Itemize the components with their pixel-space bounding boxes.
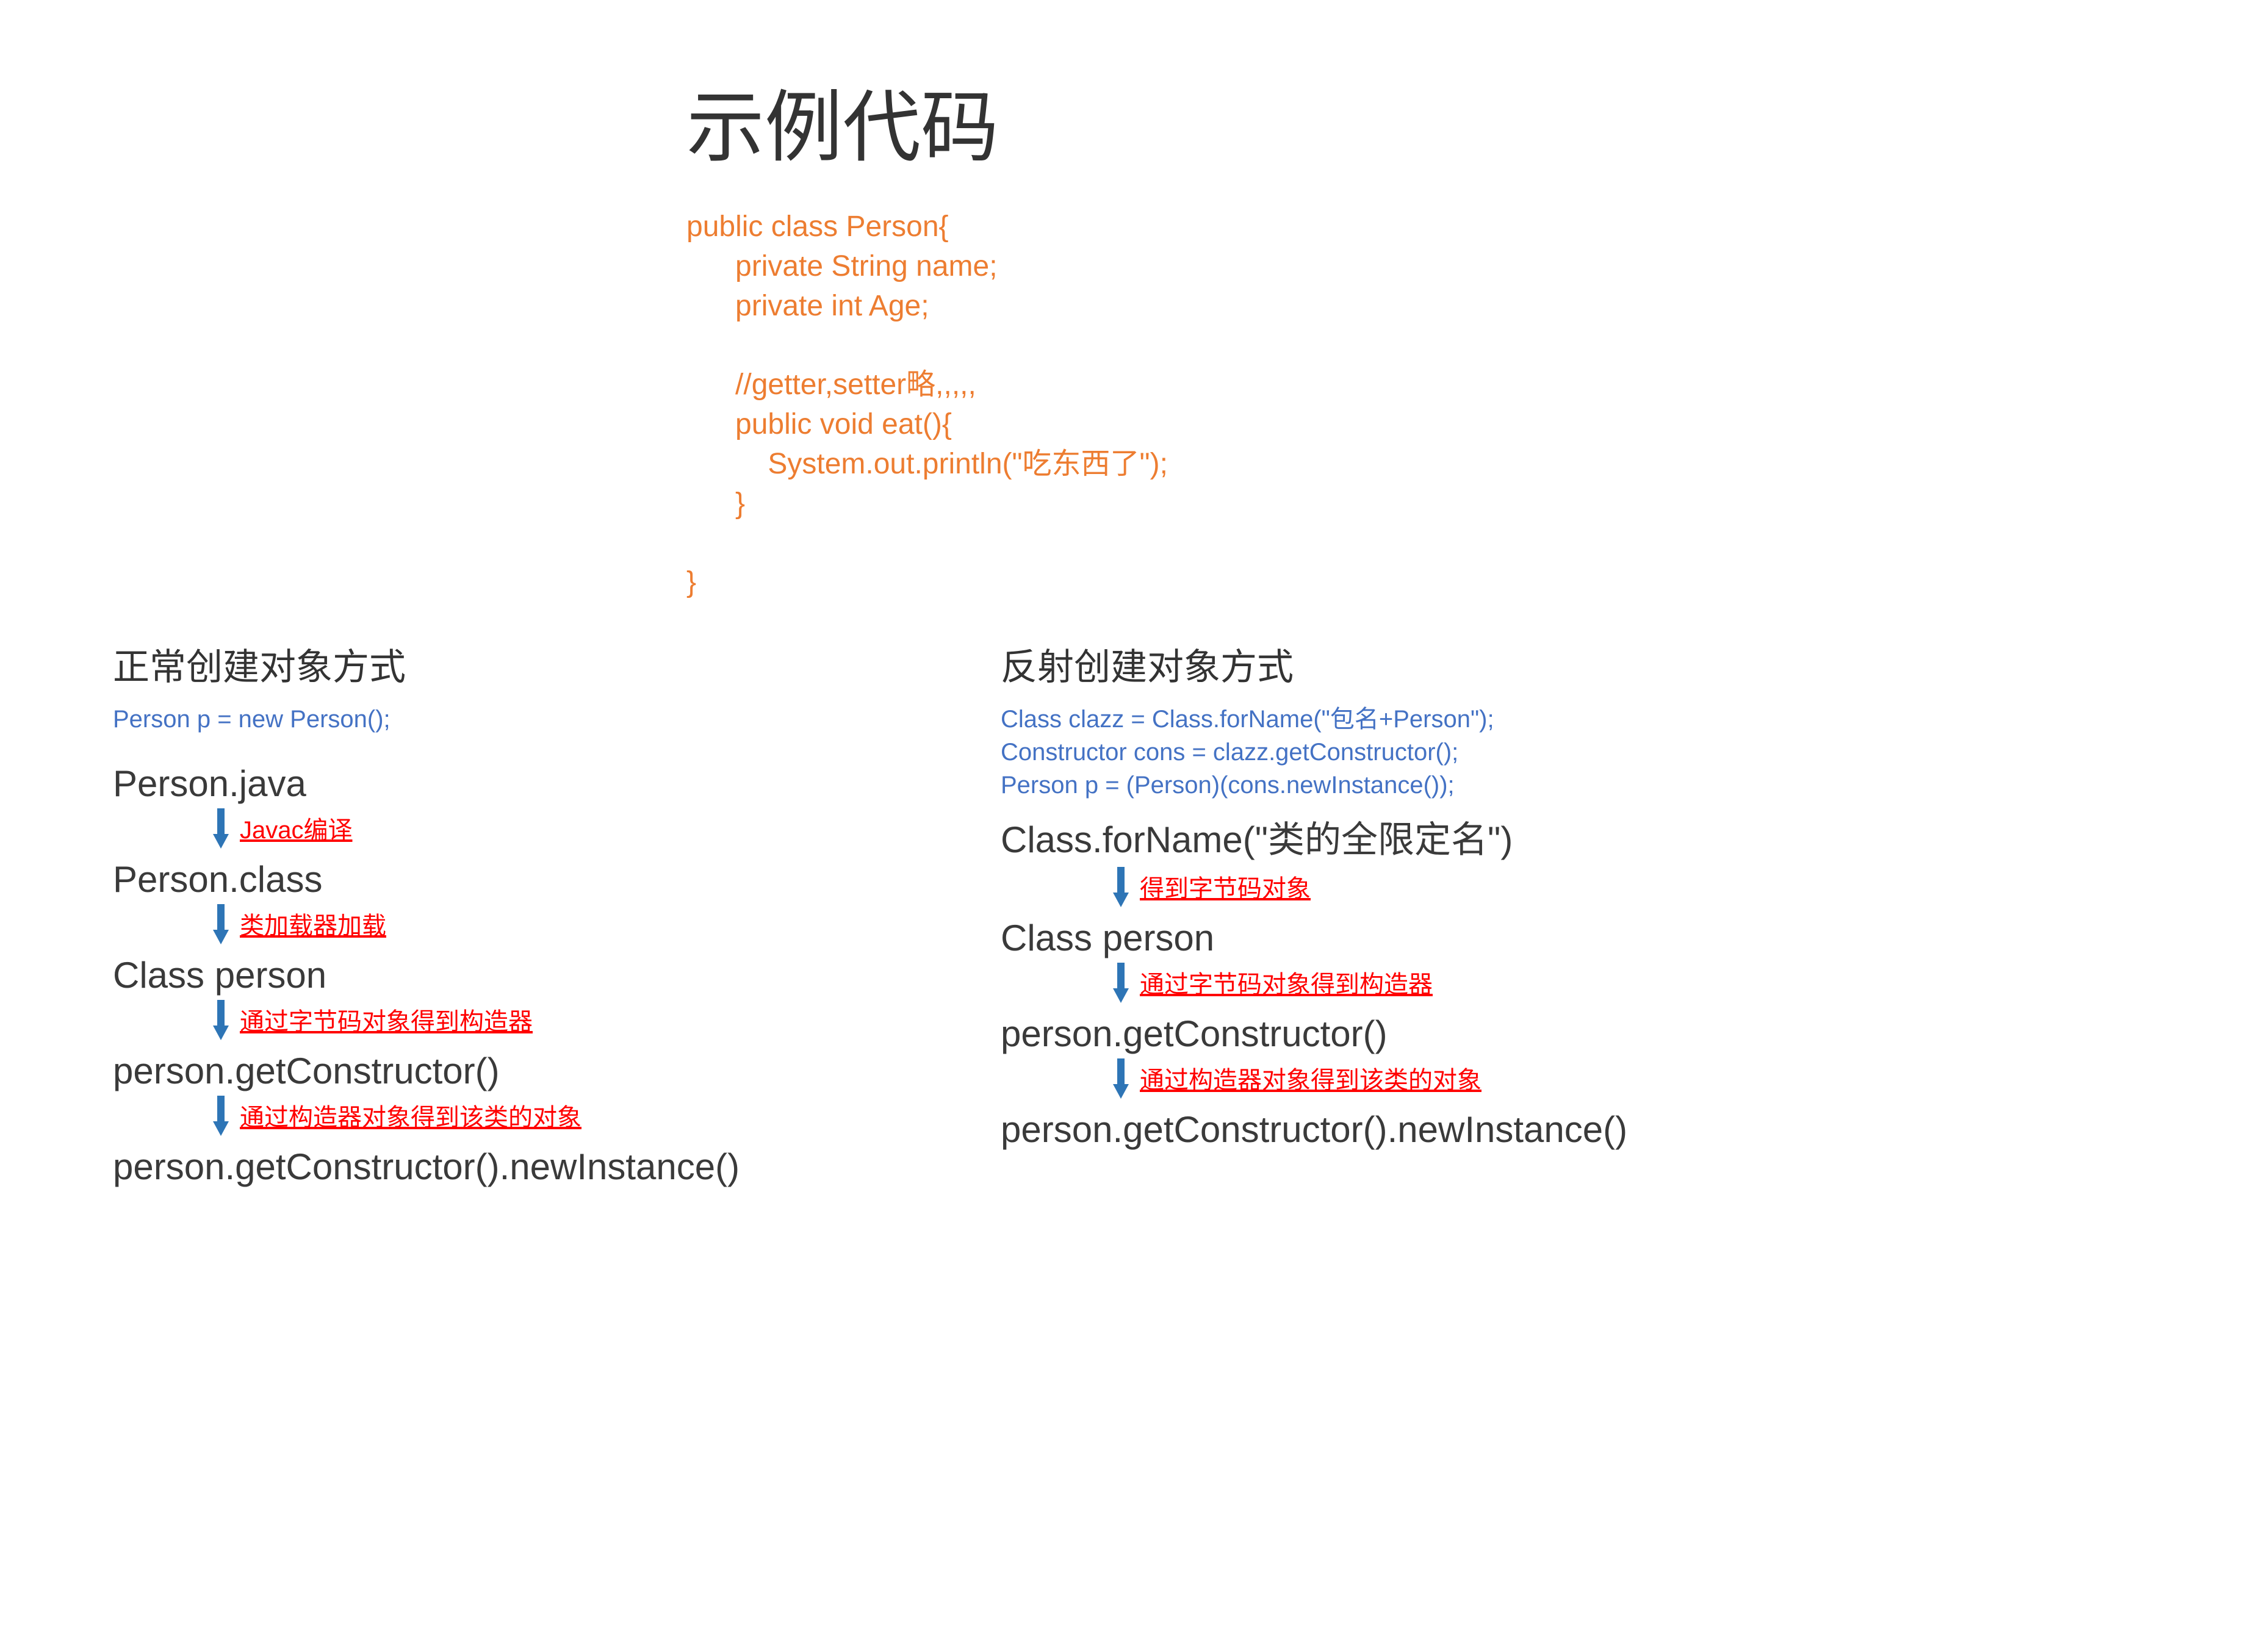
- code-line: private String name;: [686, 250, 998, 282]
- arrow-row: 通过构造器对象得到该类的对象: [211, 1093, 967, 1137]
- left-step-1: Person.java: [113, 763, 967, 805]
- arrow-down-icon: [211, 997, 231, 1041]
- arrow-row: 通过字节码对象得到构造器: [211, 997, 967, 1041]
- left-step-5: person.getConstructor().newInstance(): [113, 1146, 967, 1188]
- arrow-label: 通过字节码对象得到构造器: [1140, 965, 1433, 1000]
- code-line: System.out.println("吃东西了");: [686, 448, 1168, 480]
- right-code-line-2: Constructor cons = clazz.getConstructor(…: [1001, 736, 2038, 769]
- code-line: }: [686, 566, 696, 598]
- arrow-down-icon: [1111, 864, 1131, 908]
- page-title: 示例代码: [686, 64, 999, 177]
- code-line: }: [686, 487, 745, 520]
- left-step-3: Class person: [113, 954, 967, 996]
- right-step-1: Class.forName("类的全限定名"): [1001, 810, 2038, 863]
- arrow-down-icon: [211, 902, 231, 946]
- arrow-row: Javac编译: [211, 806, 967, 850]
- right-step-2: Class person: [1001, 917, 2038, 959]
- arrow-row: 通过字节码对象得到构造器: [1111, 960, 2038, 1004]
- right-step-3: person.getConstructor(): [1001, 1013, 2038, 1055]
- code-line: public class Person{: [686, 210, 949, 243]
- code-line: public void eat(){: [686, 408, 952, 440]
- arrow-label: Javac编译: [240, 810, 353, 846]
- right-heading: 反射创建对象方式: [1001, 638, 2038, 691]
- left-heading: 正常创建对象方式: [113, 638, 967, 691]
- left-column: 正常创建对象方式 Person p = new Person(); Person…: [113, 638, 967, 1188]
- arrow-row: 通过构造器对象得到该类的对象: [1111, 1056, 2038, 1100]
- code-line: private int Age;: [686, 290, 929, 322]
- arrow-row: 类加载器加载: [211, 902, 967, 946]
- arrow-label: 通过构造器对象得到该类的对象: [240, 1098, 581, 1133]
- arrow-label: 得到字节码对象: [1140, 869, 1311, 904]
- arrow-label: 通过构造器对象得到该类的对象: [1140, 1060, 1481, 1096]
- right-code-line-1: Class clazz = Class.forName("包名+Person")…: [1001, 703, 2038, 736]
- left-step-2: Person.class: [113, 858, 967, 900]
- right-column: 反射创建对象方式 Class clazz = Class.forName("包名…: [1001, 638, 2038, 1151]
- left-code-snippet: Person p = new Person();: [113, 703, 967, 736]
- arrow-label: 类加载器加载: [240, 906, 386, 941]
- arrow-down-icon: [1111, 960, 1131, 1004]
- arrow-row: 得到字节码对象: [1111, 864, 2038, 908]
- right-code-line-3: Person p = (Person)(cons.newInstance());: [1001, 769, 2038, 802]
- left-step-4: person.getConstructor(): [113, 1050, 967, 1092]
- arrow-down-icon: [211, 1093, 231, 1137]
- arrow-label: 通过字节码对象得到构造器: [240, 1002, 533, 1037]
- sample-code-block: public class Person{ private String name…: [686, 207, 1168, 603]
- arrow-down-icon: [211, 806, 231, 850]
- code-line: //getter,setter略,,,,,: [686, 368, 976, 401]
- right-step-4: person.getConstructor().newInstance(): [1001, 1108, 2038, 1151]
- arrow-down-icon: [1111, 1056, 1131, 1100]
